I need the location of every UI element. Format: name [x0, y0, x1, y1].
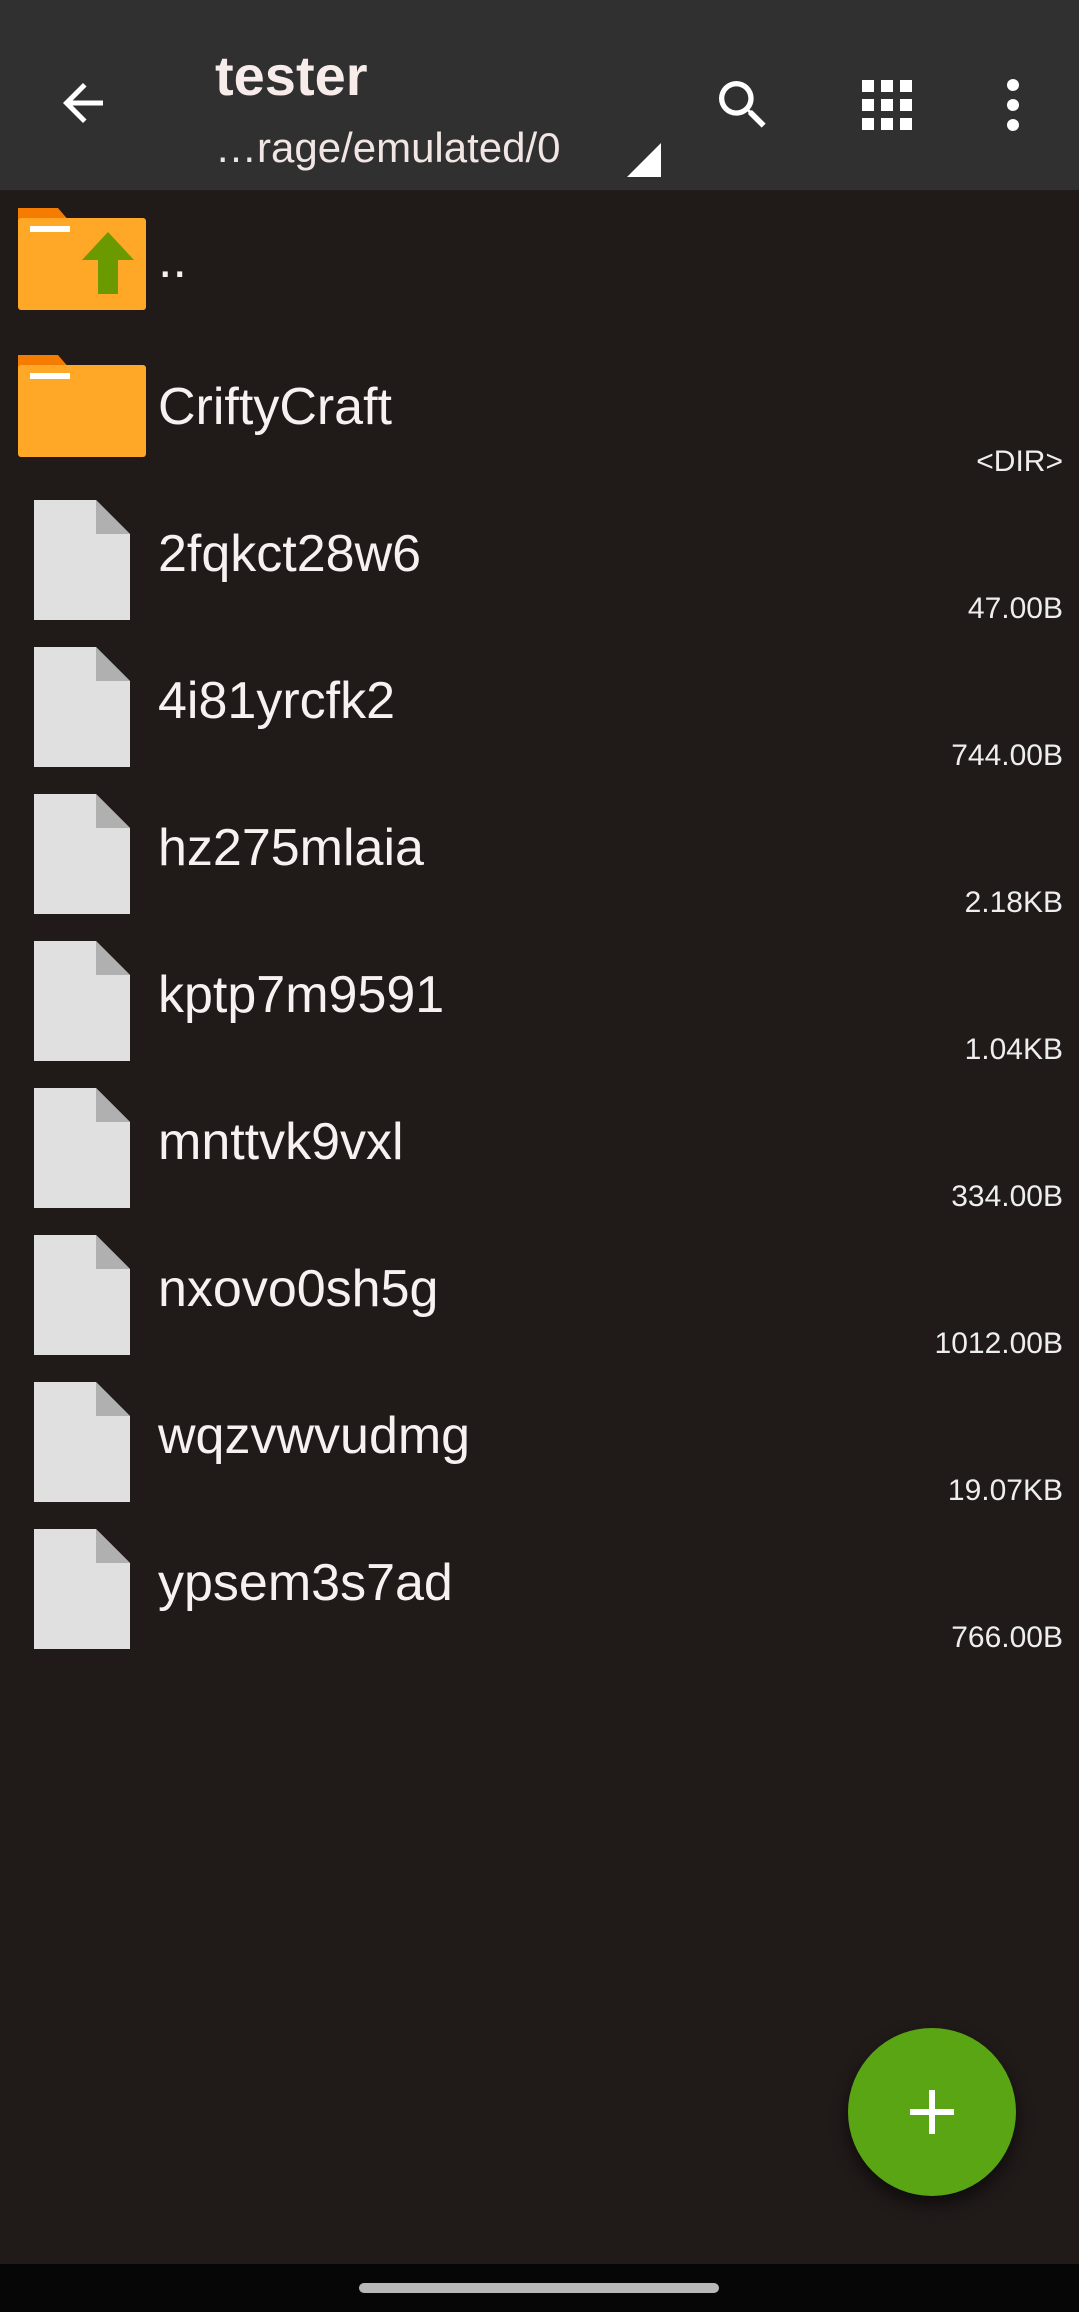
- file-icon: [34, 1529, 130, 1649]
- file-size: 47.00B: [967, 592, 1063, 625]
- folder-title: tester: [215, 44, 368, 107]
- file-name: 4i81yrcfk2: [158, 672, 395, 730]
- file-icon: [34, 500, 130, 620]
- file-name: ..: [158, 231, 187, 289]
- file-icon: [34, 647, 130, 767]
- file-icon: [34, 941, 130, 1061]
- path-selector[interactable]: …rage/emulated/0: [215, 120, 665, 180]
- file-icon: [34, 794, 130, 914]
- list-item-file[interactable]: kptp7m9591 1.04KB: [0, 925, 1079, 1072]
- file-icon: [34, 1235, 130, 1355]
- current-path: …rage/emulated/0: [215, 124, 561, 171]
- file-manager-app: tester …rage/emulated/0 .. CriftyCraft <…: [0, 0, 1079, 2312]
- file-size: 2.18KB: [964, 886, 1063, 919]
- file-name: kptp7m9591: [158, 966, 445, 1024]
- file-size: 766.00B: [951, 1621, 1063, 1654]
- add-button[interactable]: [848, 2028, 1016, 2196]
- file-name: wqzvwvudmg: [158, 1407, 471, 1465]
- file-name: mnttvk9vxl: [158, 1113, 404, 1171]
- file-size: 334.00B: [951, 1180, 1063, 1213]
- file-size: 19.07KB: [947, 1474, 1063, 1507]
- list-item-file[interactable]: hz275mlaia 2.18KB: [0, 778, 1079, 925]
- list-item-file[interactable]: 4i81yrcfk2 744.00B: [0, 631, 1079, 778]
- search-button[interactable]: [700, 62, 786, 148]
- toolbar: tester …rage/emulated/0: [0, 0, 1079, 190]
- file-name: CriftyCraft: [158, 378, 392, 436]
- file-icon: [34, 1088, 130, 1208]
- list-item-file[interactable]: wqzvwvudmg 19.07KB: [0, 1366, 1079, 1513]
- more-vert-icon: [1007, 79, 1019, 131]
- folder-up-icon: [18, 208, 146, 310]
- list-item-file[interactable]: nxovo0sh5g 1012.00B: [0, 1219, 1079, 1366]
- file-name: ypsem3s7ad: [158, 1554, 453, 1612]
- file-name: nxovo0sh5g: [158, 1260, 439, 1318]
- back-button[interactable]: [40, 60, 126, 146]
- file-size: <DIR>: [976, 445, 1063, 478]
- grid-view-button[interactable]: [844, 62, 930, 148]
- home-gesture-handle[interactable]: [359, 2283, 719, 2293]
- grid-view-icon: [862, 80, 912, 130]
- file-size: 744.00B: [951, 739, 1063, 772]
- navigation-bar: [0, 2264, 1079, 2312]
- arrow-back-icon: [63, 83, 103, 123]
- list-item-folder[interactable]: CriftyCraft <DIR>: [0, 337, 1079, 484]
- file-name: 2fqkct28w6: [158, 525, 422, 583]
- file-size: 1012.00B: [934, 1327, 1063, 1360]
- search-icon: [719, 81, 766, 128]
- list-item-file[interactable]: mnttvk9vxl 334.00B: [0, 1072, 1079, 1219]
- file-list: .. CriftyCraft <DIR> 2fqkct28w6 47.00B 4…: [0, 190, 1079, 1660]
- list-item-file[interactable]: 2fqkct28w6 47.00B: [0, 484, 1079, 631]
- more-options-button[interactable]: [970, 62, 1056, 148]
- folder-icon: [18, 355, 146, 457]
- file-name: hz275mlaia: [158, 819, 424, 877]
- plus-icon: [910, 2090, 954, 2134]
- list-item-file[interactable]: ypsem3s7ad 766.00B: [0, 1513, 1079, 1660]
- dropdown-triangle-icon: [627, 143, 661, 177]
- file-icon: [34, 1382, 130, 1502]
- list-item-parent[interactable]: ..: [0, 190, 1079, 337]
- file-size: 1.04KB: [964, 1033, 1063, 1066]
